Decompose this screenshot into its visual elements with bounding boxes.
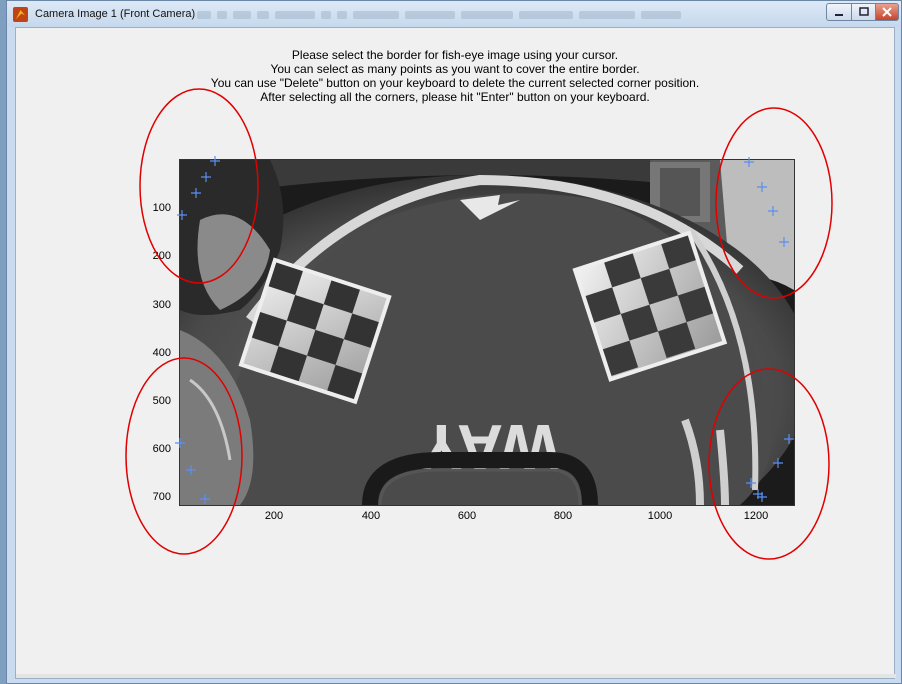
- y-tick: 600: [152, 443, 171, 455]
- x-tick: 1200: [743, 510, 769, 522]
- x-tick: 800: [553, 510, 573, 522]
- fisheye-image[interactable]: WAY: [180, 160, 794, 505]
- window-title: Camera Image 1 (Front Camera): [35, 8, 196, 20]
- y-tick: 300: [152, 299, 171, 311]
- instruction-line: You can select as many points as you wan…: [270, 62, 640, 76]
- title-bar[interactable]: Camera Image 1 (Front Camera): [7, 1, 901, 27]
- maximize-button[interactable]: [851, 3, 876, 21]
- instruction-line: You can use "Delete" button on your keyb…: [210, 76, 700, 90]
- y-tick: 700: [152, 491, 171, 503]
- x-tick: 1000: [647, 510, 673, 522]
- instructions-text: Please select the border for fish-eye im…: [16, 48, 894, 104]
- minimize-icon: [835, 14, 843, 16]
- floor-text: WAY: [420, 411, 560, 483]
- y-tick: 200: [152, 250, 171, 262]
- y-tick: 100: [152, 202, 171, 214]
- instruction-line: Please select the border for fish-eye im…: [291, 48, 619, 62]
- y-tick: 500: [152, 395, 171, 407]
- instruction-line: After selecting all the corners, please …: [260, 90, 650, 104]
- minimize-button[interactable]: [826, 3, 852, 21]
- x-tick: 600: [457, 510, 477, 522]
- figure-window: Camera Image 1 (Front Camera) Please sel…: [6, 0, 902, 684]
- background-ribbon: [197, 6, 817, 22]
- x-tick: 400: [361, 510, 381, 522]
- y-tick: 400: [152, 347, 171, 359]
- bottom-border: [16, 674, 896, 678]
- x-tick: 200: [264, 510, 284, 522]
- maximize-icon: [858, 7, 869, 16]
- close-icon: [882, 7, 892, 17]
- close-button[interactable]: [875, 3, 899, 21]
- matlab-icon: [13, 7, 28, 22]
- image-axes[interactable]: WAY: [179, 159, 795, 506]
- figure-canvas[interactable]: Please select the border for fish-eye im…: [15, 27, 896, 679]
